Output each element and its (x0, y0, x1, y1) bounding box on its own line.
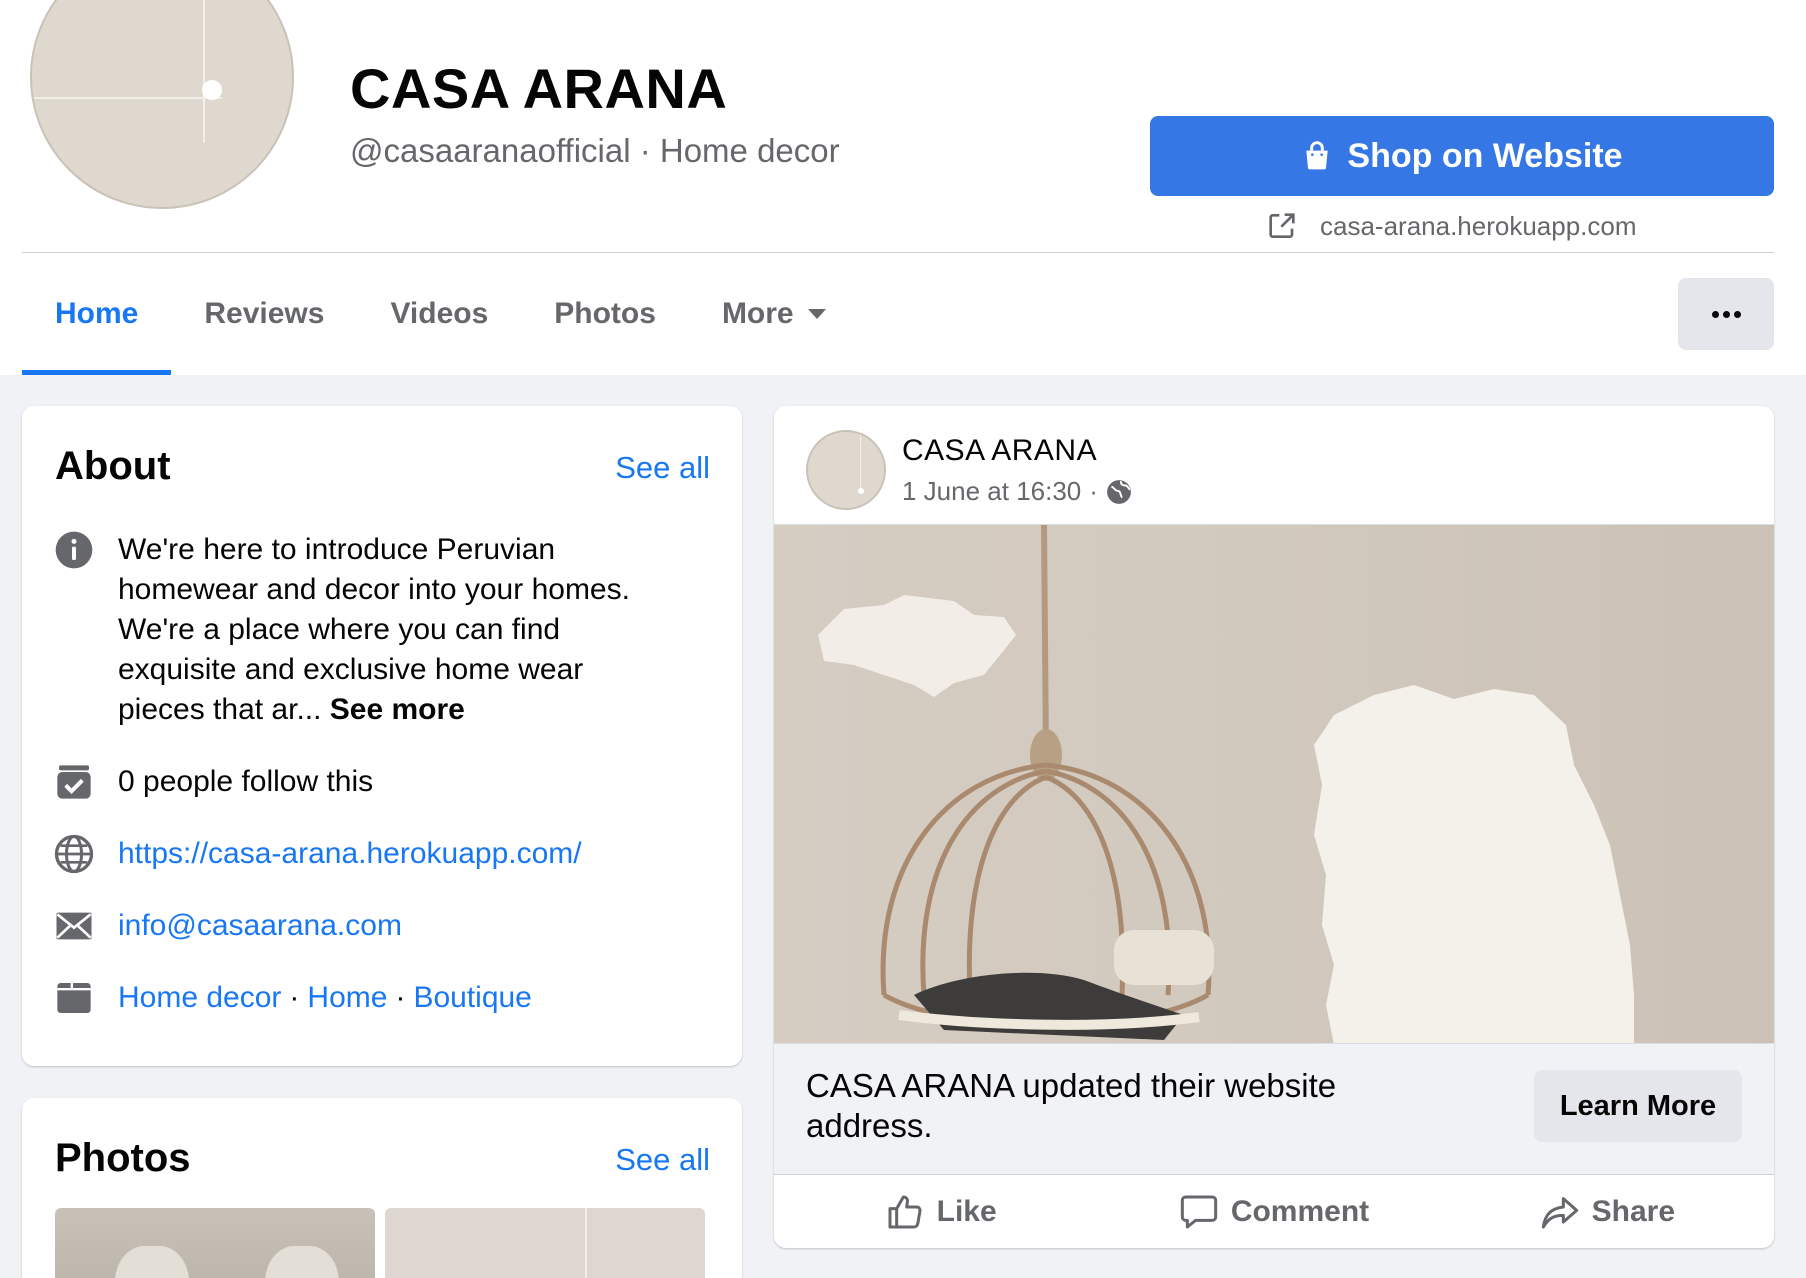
tab-more[interactable]: More (689, 253, 859, 375)
about-email-link[interactable]: info@casaarana.com (118, 906, 402, 946)
shopping-bag-icon (1306, 141, 1329, 170)
photos-card: Photos See all (22, 1098, 742, 1278)
page-header: CASA ARANA @casaaranaofficial · Home dec… (0, 0, 1806, 375)
category-link[interactable]: Home decor (118, 981, 281, 1014)
tab-videos[interactable]: Videos (357, 253, 521, 375)
shop-button-label: Shop on Website (1347, 136, 1623, 175)
about-see-all-link[interactable]: See all (615, 450, 710, 486)
globe-icon (1107, 479, 1131, 504)
photo-thumbnail[interactable] (55, 1208, 375, 1278)
vase-shape (265, 1246, 339, 1278)
about-categories: Home decor · Home · Boutique (118, 981, 532, 1014)
page-title: CASA ARANA (350, 57, 728, 120)
globe-icon (54, 834, 94, 874)
followers-row: 0 people follow this (54, 762, 373, 802)
vase-shape (115, 1246, 189, 1278)
ellipsis-icon (1711, 310, 1719, 318)
photos-heading: Photos (55, 1136, 191, 1180)
category-icon (54, 978, 94, 1018)
share-arrow-icon (1541, 1196, 1578, 1228)
post-avatar[interactable] (806, 430, 886, 510)
category-link[interactable]: Home (307, 981, 387, 1014)
thumbs-up-icon (888, 1195, 922, 1229)
website-row: https://casa-arana.herokuapp.com/ (54, 834, 582, 874)
photo-thumbnail[interactable] (385, 1208, 705, 1278)
about-description: We're here to introduce Peruvian homewea… (118, 533, 630, 726)
post-author[interactable]: CASA ARANA (902, 434, 1097, 468)
photos-see-all-link[interactable]: See all (615, 1142, 710, 1178)
about-card: About See all We're here to introduce Pe… (22, 406, 742, 1066)
website-link[interactable]: casa-arana.herokuapp.com (1266, 206, 1637, 246)
post-link-preview[interactable]: CASA ARANA updated their website address… (774, 1044, 1774, 1174)
share-button[interactable]: Share (1441, 1175, 1774, 1248)
post-timestamp[interactable]: 1 June at 16:30 (902, 476, 1081, 507)
about-description-row: We're here to introduce Peruvian homewea… (54, 530, 658, 730)
about-heading: About (55, 444, 171, 488)
avatar-line (32, 97, 222, 99)
more-options-button[interactable] (1678, 278, 1774, 350)
avatar-line (203, 0, 205, 143)
categories-row: Home decor · Home · Boutique (54, 978, 532, 1018)
hanging-chair-photo (774, 525, 1774, 1043)
comment-icon (1180, 1195, 1217, 1228)
post-actions: Like Comment Share (774, 1174, 1774, 1248)
photo-line (585, 1208, 587, 1278)
website-link-text: casa-arana.herokuapp.com (1320, 210, 1637, 241)
external-link-icon (1269, 213, 1295, 238)
tab-photos[interactable]: Photos (521, 253, 689, 375)
caret-down-icon (807, 309, 826, 319)
category-link[interactable]: Boutique (413, 981, 531, 1014)
like-button[interactable]: Like (774, 1175, 1107, 1248)
page-avatar[interactable] (30, 0, 294, 209)
about-website-link[interactable]: https://casa-arana.herokuapp.com/ (118, 834, 582, 874)
shop-on-website-button[interactable]: Shop on Website (1150, 116, 1774, 196)
post-card: CASA ARANA 1 June at 16:30 · CASA ARANA … (774, 406, 1774, 1248)
see-more-link[interactable]: See more (330, 693, 465, 726)
email-row: info@casaarana.com (54, 906, 402, 946)
comment-button[interactable]: Comment (1107, 1175, 1440, 1248)
page-tabs: Home Reviews Videos Photos More (22, 253, 859, 375)
page-subtitle: @casaaranaofficial · Home decor (350, 132, 840, 169)
tab-home[interactable]: Home (22, 253, 172, 375)
post-meta: 1 June at 16:30 · (902, 476, 1132, 507)
follow-check-icon (54, 762, 94, 802)
info-icon (54, 530, 94, 570)
avatar-dot (202, 80, 222, 100)
avatar-line (860, 432, 861, 492)
avatar-dot (858, 488, 864, 494)
tab-reviews[interactable]: Reviews (171, 253, 357, 375)
envelope-icon (54, 906, 94, 946)
post-caption: CASA ARANA updated their website address… (806, 1067, 1337, 1144)
meta-separator: · (1089, 476, 1098, 506)
followers-count: 0 people follow this (118, 765, 374, 798)
post-image[interactable] (774, 524, 1774, 1044)
learn-more-button[interactable]: Learn More (1534, 1070, 1742, 1142)
